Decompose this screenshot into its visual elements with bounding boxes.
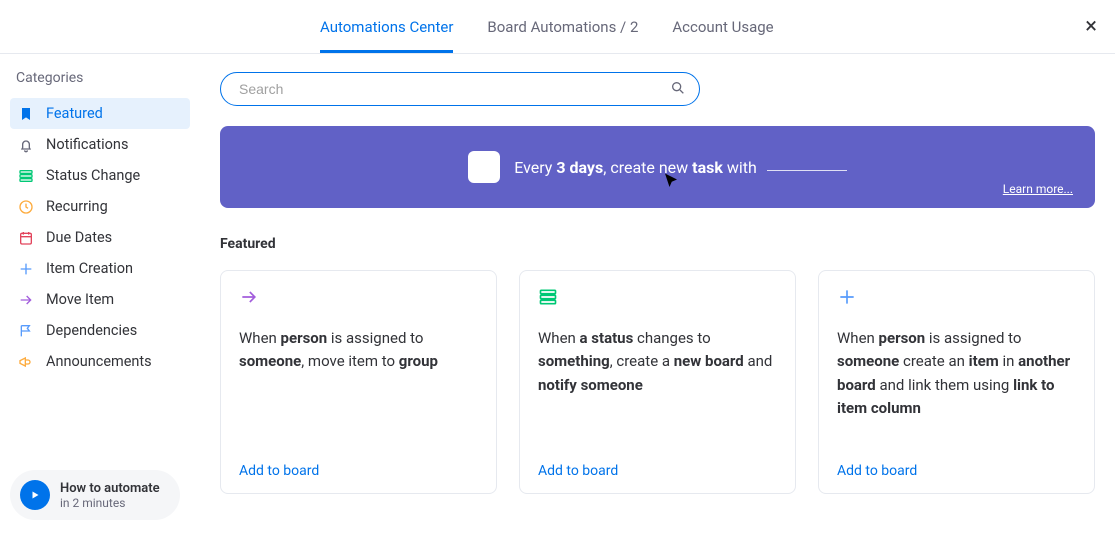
sidebar-item-recurring[interactable]: Recurring [10, 191, 190, 222]
sidebar-item-label: Due Dates [46, 229, 112, 246]
tab-2[interactable]: Account Usage [672, 0, 773, 53]
arrow-icon [239, 287, 478, 315]
megaphone-icon [18, 354, 42, 370]
sidebar-item-notifications[interactable]: Notifications [10, 129, 190, 160]
banner-text: Every 3 days, create new task with [514, 158, 847, 177]
automation-card-1[interactable]: When a status changes to something, crea… [519, 270, 796, 494]
main-content: Every 3 days, create new task with Learn… [200, 54, 1115, 540]
tutorial-pill[interactable]: How to automate in 2 minutes [10, 470, 180, 520]
sidebar-item-label: Recurring [46, 198, 108, 215]
sidebar-item-label: Status Change [46, 167, 140, 184]
sidebar-item-dependencies[interactable]: Dependencies [10, 315, 190, 346]
sidebar-item-label: Move Item [46, 291, 114, 308]
calendar-icon [18, 230, 42, 246]
cards-row: When person is assigned to someone, move… [220, 270, 1095, 494]
sidebar-item-status-change[interactable]: Status Change [10, 160, 190, 191]
sidebar-item-label: Announcements [46, 353, 152, 370]
sidebar-item-label: Notifications [46, 136, 128, 153]
sidebar-item-item-creation[interactable]: Item Creation [10, 253, 190, 284]
add-to-board-link[interactable]: Add to board [538, 463, 777, 479]
demo-banner[interactable]: Every 3 days, create new task with Learn… [220, 126, 1095, 208]
header: Automations Center Board Automations / 2 A… [0, 0, 1115, 54]
card-text: When person is assigned to someone creat… [837, 327, 1076, 453]
search-wrap [220, 72, 700, 106]
sidebar-title: Categories [10, 70, 190, 86]
plus-icon [18, 261, 42, 277]
add-to-board-link[interactable]: Add to board [239, 463, 478, 479]
card-text: When person is assigned to someone, move… [239, 327, 478, 453]
header-tabs: Automations Center Board Automations / 2 A… [320, 0, 774, 53]
section-title: Featured [220, 236, 1095, 252]
status-icon [538, 287, 777, 315]
bell-icon [18, 137, 42, 153]
tab-1[interactable]: Board Automations / 2 [487, 0, 638, 53]
card-text: When a status changes to something, crea… [538, 327, 777, 453]
status-icon [18, 168, 42, 184]
tutorial-text: How to automate in 2 minutes [60, 481, 160, 510]
sidebar: Categories Featured Notifications Status C… [0, 54, 200, 540]
close-button[interactable]: × [1085, 14, 1097, 39]
sidebar-item-label: Dependencies [46, 322, 137, 339]
tab-0[interactable]: Automations Center [320, 0, 453, 53]
sidebar-item-label: Featured [46, 105, 103, 122]
add-to-board-link[interactable]: Add to board [837, 463, 1076, 479]
play-icon [20, 480, 50, 510]
plus-icon [837, 287, 1076, 315]
sidebar-item-due-dates[interactable]: Due Dates [10, 222, 190, 253]
automation-card-2[interactable]: When person is assigned to someone creat… [818, 270, 1095, 494]
learn-more-link[interactable]: Learn more... [1003, 182, 1073, 196]
sidebar-item-featured[interactable]: Featured [10, 98, 190, 129]
arrow-icon [18, 292, 42, 308]
flag-icon [18, 323, 42, 339]
search-icon [670, 80, 686, 100]
sidebar-item-announcements[interactable]: Announcements [10, 346, 190, 377]
sidebar-item-label: Item Creation [46, 260, 133, 277]
bookmark-icon [18, 106, 42, 122]
sidebar-item-move-item[interactable]: Move Item [10, 284, 190, 315]
search-input[interactable] [220, 72, 700, 106]
clock-icon [18, 199, 42, 215]
plus-icon [468, 151, 500, 183]
automation-card-0[interactable]: When person is assigned to someone, move… [220, 270, 497, 494]
